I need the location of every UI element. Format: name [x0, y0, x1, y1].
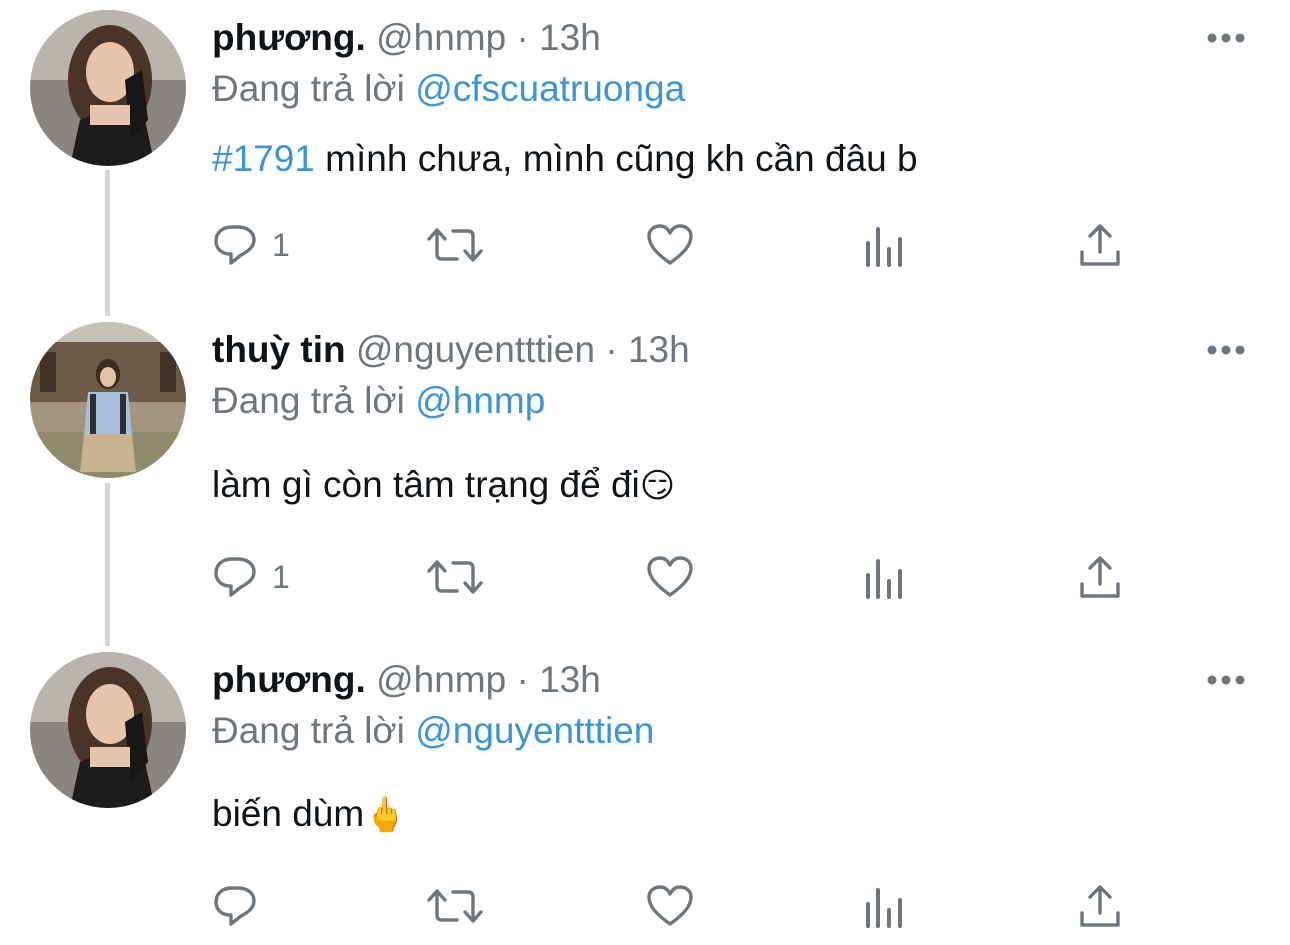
tweet-header: thuỳ tin @nguyentttien · 13h [212, 328, 690, 372]
tweet-header: phương. @hnmp · 13h [212, 16, 601, 60]
smirk-emoji: 😏 [639, 466, 676, 506]
timestamp[interactable]: 13h [539, 17, 601, 58]
views-chart-icon [866, 888, 902, 928]
avatar[interactable] [30, 652, 186, 808]
retweet-button[interactable] [426, 881, 484, 931]
replying-to-label: Đang trả lời [212, 380, 405, 421]
views-button[interactable] [864, 552, 904, 602]
hashtag-link[interactable]: #1791 [212, 138, 315, 179]
woman-outdoor-photo-avatar-image [30, 322, 186, 478]
reply-button[interactable]: 1 [212, 552, 290, 602]
display-name[interactable]: thuỳ tin [212, 329, 346, 370]
tweet[interactable]: phương. @hnmp · 13h Đang trả lời @cfscua… [0, 0, 1290, 315]
retweet-button[interactable] [426, 220, 484, 270]
reply-icon [214, 225, 256, 265]
retweet-icon [427, 889, 483, 923]
mention-link[interactable]: @cfscuatruonga [415, 68, 685, 109]
tweet-header: phương. @hnmp · 13h [212, 658, 601, 702]
replying-to-label: Đang trả lời [212, 68, 405, 109]
share-button[interactable] [1078, 552, 1122, 602]
middle-finger-emoji: 🖕 [364, 795, 407, 835]
more-options-icon[interactable] [1206, 32, 1246, 44]
like-heart-icon [647, 885, 693, 926]
reply-count: 1 [272, 226, 290, 263]
avatar[interactable] [30, 322, 186, 478]
replying-to: Đang trả lời @hnmp [212, 379, 545, 423]
tweet-text: #1791 mình chưa, mình cũng kh cần đâu b [212, 137, 918, 181]
share-upload-icon [1080, 224, 1120, 266]
views-chart-icon [866, 559, 902, 599]
like-button[interactable] [646, 881, 694, 931]
display-name[interactable]: phương. [212, 17, 366, 58]
username-handle[interactable]: @hnmp [376, 659, 506, 700]
tweet-body: mình chưa, mình cũng kh cần đâu b [314, 138, 918, 179]
timestamp[interactable]: 13h [628, 329, 690, 370]
like-button[interactable] [646, 552, 694, 602]
reply-icon [214, 886, 256, 926]
separator-dot: · [516, 659, 529, 700]
reply-button[interactable] [212, 881, 272, 931]
tweet[interactable]: phương. @hnmp · 13h Đang trả lời @nguyen… [0, 645, 1290, 945]
share-upload-icon [1080, 556, 1120, 598]
retweet-icon [427, 560, 483, 594]
woman-black-gloves-avatar-image [30, 652, 186, 808]
mention-link[interactable]: @nguyentttien [415, 710, 654, 751]
replying-to: Đang trả lời @nguyentttien [212, 709, 654, 753]
like-heart-icon [647, 224, 693, 265]
tweet-body: biến dùm [212, 793, 365, 834]
replying-to: Đang trả lời @cfscuatruonga [212, 67, 685, 111]
tweet-body: làm gì còn tâm trạng để đi [212, 464, 640, 505]
username-handle[interactable]: @nguyentttien [356, 329, 595, 370]
separator-dot: · [516, 17, 529, 58]
reply-count: 1 [272, 558, 290, 595]
share-upload-icon [1080, 885, 1120, 927]
more-options-icon[interactable] [1206, 344, 1246, 356]
reply-button[interactable]: 1 [212, 220, 290, 270]
action-bar: 1 [212, 552, 1132, 602]
tweet-text: làm gì còn tâm trạng để đi😏 [212, 463, 675, 508]
action-bar [212, 881, 1132, 931]
views-button[interactable] [864, 881, 904, 931]
more-options-icon[interactable] [1206, 674, 1246, 686]
tweet[interactable]: thuỳ tin @nguyentttien · 13h Đang trả lờ… [0, 315, 1290, 645]
separator-dot: · [605, 329, 618, 370]
share-button[interactable] [1078, 220, 1122, 270]
username-handle[interactable]: @hnmp [376, 17, 506, 58]
share-button[interactable] [1078, 881, 1122, 931]
tweet-text: biến dùm🖕 [212, 792, 407, 837]
action-bar: 1 [212, 220, 1132, 270]
views-chart-icon [866, 227, 902, 267]
avatar[interactable] [30, 10, 186, 166]
woman-black-gloves-avatar-image [30, 10, 186, 166]
replying-to-label: Đang trả lời [212, 710, 405, 751]
retweet-icon [427, 228, 483, 262]
like-button[interactable] [646, 220, 694, 270]
display-name[interactable]: phương. [212, 659, 366, 700]
reply-icon [214, 557, 256, 597]
mention-link[interactable]: @hnmp [415, 380, 545, 421]
like-heart-icon [647, 556, 693, 597]
retweet-button[interactable] [426, 552, 484, 602]
timestamp[interactable]: 13h [539, 659, 601, 700]
views-button[interactable] [864, 220, 904, 270]
